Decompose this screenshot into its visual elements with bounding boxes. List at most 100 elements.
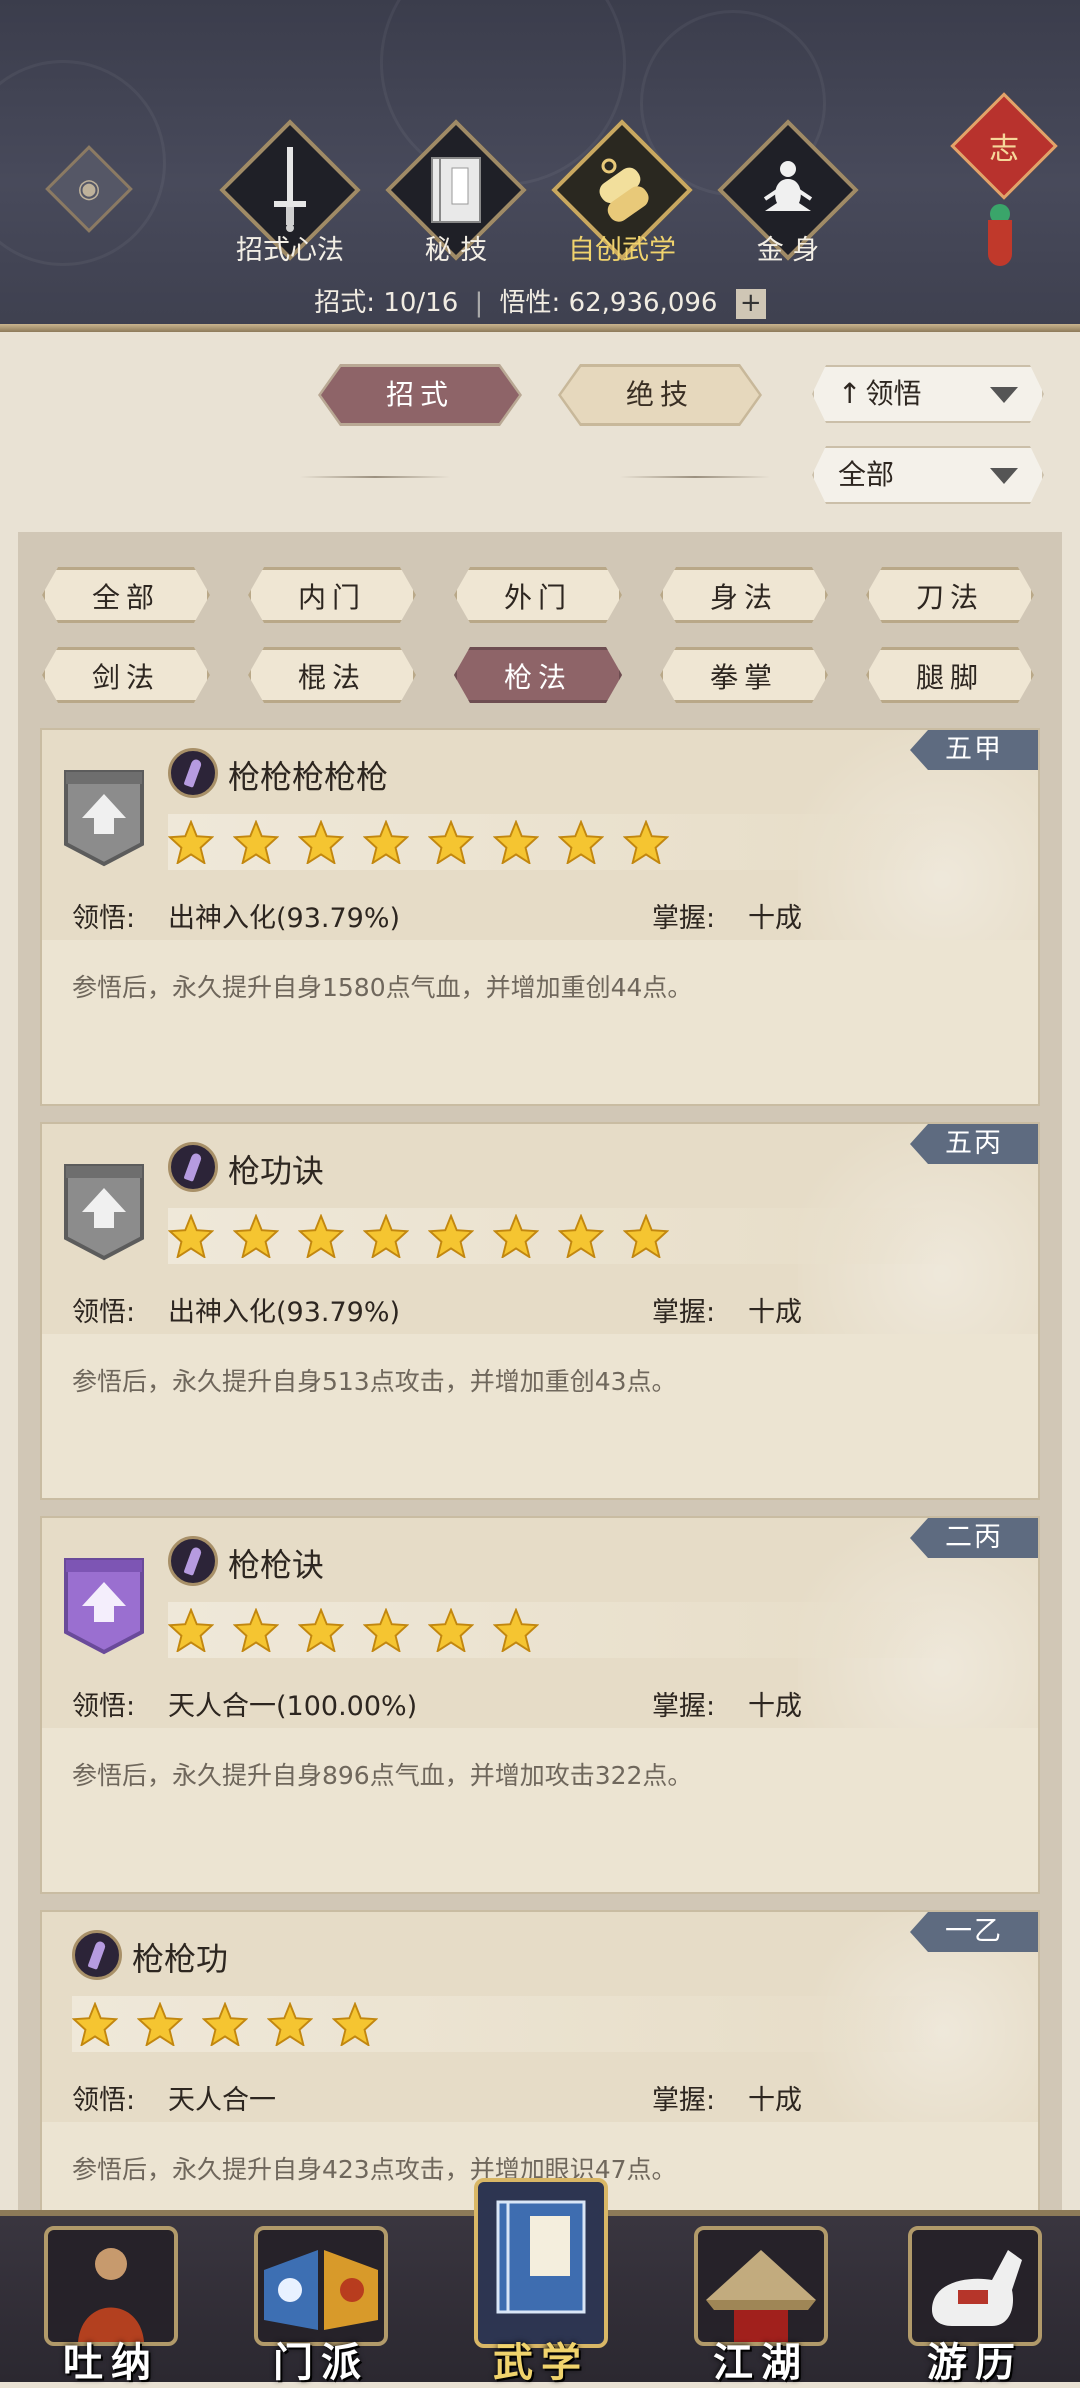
sect-icon <box>254 2226 388 2346</box>
book-icon <box>406 140 506 240</box>
star-icon <box>137 2002 183 2046</box>
eye-icon: ◉ <box>77 174 101 204</box>
category-tuijiao[interactable]: 腿脚 <box>866 647 1034 703</box>
spear-icon <box>72 1930 122 1980</box>
meditation-icon <box>738 140 838 240</box>
category-all[interactable]: 全部 <box>42 567 210 623</box>
nav-label: 吐纳 <box>63 2340 159 2386</box>
mastery-value: 十成 <box>748 2085 802 2116</box>
category-quanzhang[interactable]: 拳掌 <box>660 647 828 703</box>
tab-zichuang-wuxue[interactable] <box>551 119 693 261</box>
upgrade-badge-icon[interactable] <box>62 1556 146 1656</box>
skill-card[interactable]: 五甲 枪枪枪枪枪 领悟: 出神入化(93.79%) 掌握: 十成 参悟后，永久提… <box>40 728 1040 1106</box>
star-icon <box>168 820 214 864</box>
rank-tag: 五丙 <box>910 1124 1038 1164</box>
spear-icon <box>168 1536 218 1586</box>
category-gunfa[interactable]: 棍法 <box>248 647 416 703</box>
tab-zhaoshi-xinfa[interactable] <box>219 119 361 261</box>
star-icon <box>428 820 474 864</box>
tab-jinshen[interactable] <box>717 119 859 261</box>
category-jianfa[interactable]: 剑法 <box>42 647 210 703</box>
mode-tab-zhaoshi[interactable]: 招式 <box>321 367 519 423</box>
star-icon <box>168 1214 214 1258</box>
chevron-down-icon <box>990 468 1018 484</box>
filter-dropdown[interactable]: 全部 <box>812 446 1044 504</box>
insight-label: 悟性: <box>499 288 561 318</box>
category-waimen[interactable]: 外门 <box>454 567 622 623</box>
skill-card[interactable]: 一乙 枪枪功 领悟: 天人合一 掌握: 十成 参悟后，永久提升自身423点攻击，… <box>40 1910 1040 2212</box>
category-shenfa[interactable]: 身法 <box>660 567 828 623</box>
top-header: ◉ 招式心法 秘 技 自创武学 金 身 志 招式: 10/16 | 悟性: 62… <box>0 0 1080 332</box>
mode-tab-jueji[interactable]: 绝技 <box>561 367 759 423</box>
upgrade-badge-icon[interactable] <box>62 1162 146 1262</box>
insight-label: 领悟: <box>72 1691 136 1722</box>
insight-value: 天人合一 <box>168 2085 276 2116</box>
insight-label: 领悟: <box>72 2085 136 2116</box>
mastery-label: 掌握: <box>652 1297 716 1328</box>
add-insight-button[interactable]: + <box>735 288 766 319</box>
skill-description: 参悟后，永久提升自身896点气血，并增加攻击322点。 <box>72 1761 693 1790</box>
insight-value: 出神入化(93.79%) <box>168 1297 401 1328</box>
nav-tuna[interactable]: 吐纳 <box>36 2218 186 2386</box>
upgrade-badge-icon[interactable] <box>62 768 146 868</box>
star-rating <box>168 814 948 870</box>
skill-description: 参悟后，永久提升自身1580点气血，并增加重创44点。 <box>72 973 693 1002</box>
category-neimen[interactable]: 内门 <box>248 567 416 623</box>
nav-menpai[interactable]: 门派 <box>246 2218 396 2386</box>
arrow-up-icon: ↑ <box>838 377 862 410</box>
nav-youli[interactable]: 游历 <box>900 2218 1050 2386</box>
tab-miji[interactable] <box>385 119 527 261</box>
nav-jianghu[interactable]: 江湖 <box>686 2218 836 2386</box>
sword-icon <box>240 140 340 240</box>
moves-label: 招式: <box>314 288 376 318</box>
star-icon <box>428 1214 474 1258</box>
tab-label: 金 身 <box>756 235 820 266</box>
star-icon <box>233 1214 279 1258</box>
star-icon <box>298 820 344 864</box>
star-icon <box>332 2002 378 2046</box>
spear-icon <box>168 1142 218 1192</box>
mastery-value: 十成 <box>748 903 802 934</box>
category-daofa[interactable]: 刀法 <box>866 567 1034 623</box>
nav-wuxue[interactable]: 武学 <box>466 2178 616 2386</box>
sort-dropdown[interactable]: ↑ 领悟 <box>812 365 1044 423</box>
mastery-value: 十成 <box>748 1691 802 1722</box>
nav-label: 江湖 <box>713 2340 809 2386</box>
tab-label: 自创武学 <box>568 235 676 266</box>
mastery-label: 掌握: <box>652 903 716 934</box>
skill-card[interactable]: 五丙 枪功诀 领悟: 出神入化(93.79%) 掌握: 十成 参悟后，永久提升自… <box>40 1122 1040 1500</box>
star-icon <box>363 1608 409 1652</box>
monk-icon <box>44 2226 178 2346</box>
insight-value: 出神入化(93.79%) <box>168 903 401 934</box>
star-icon <box>558 820 604 864</box>
nav-label: 武学 <box>493 2340 589 2386</box>
stat-line: 招式: 10/16 | 悟性: 62,936,096 + <box>0 282 1080 319</box>
chinese-knot-icon[interactable]: 志 <box>950 92 1058 200</box>
star-icon <box>233 820 279 864</box>
nav-label: 门派 <box>273 2340 369 2386</box>
star-icon <box>623 820 669 864</box>
star-rating <box>168 1208 948 1264</box>
insight-label: 领悟: <box>72 903 136 934</box>
spear-icon <box>168 748 218 798</box>
skill-card[interactable]: 二丙 枪枪诀 领悟: 天人合一(100.00%) 掌握: 十成 参悟后，永久提升… <box>40 1516 1040 1894</box>
star-icon <box>363 820 409 864</box>
star-icon <box>493 820 539 864</box>
rank-tag: 五甲 <box>910 730 1038 770</box>
moves-value: 10/16 <box>383 288 459 318</box>
insight-value: 62,936,096 <box>568 288 718 318</box>
star-icon <box>493 1214 539 1258</box>
horse-icon <box>908 2226 1042 2346</box>
skill-name: 枪枪诀 <box>228 1546 325 1584</box>
star-rating <box>168 1602 948 1658</box>
category-qiangfa[interactable]: 枪法 <box>454 647 622 703</box>
martial-book-icon <box>474 2178 608 2348</box>
star-icon <box>202 2002 248 2046</box>
skill-name: 枪枪功 <box>132 1940 229 1978</box>
star-icon <box>623 1214 669 1258</box>
star-icon <box>493 1608 539 1652</box>
tab-label: 秘 技 <box>424 235 488 266</box>
star-icon <box>298 1214 344 1258</box>
rank-tag: 一乙 <box>910 1912 1038 1952</box>
insight-value: 天人合一(100.00%) <box>168 1691 418 1722</box>
